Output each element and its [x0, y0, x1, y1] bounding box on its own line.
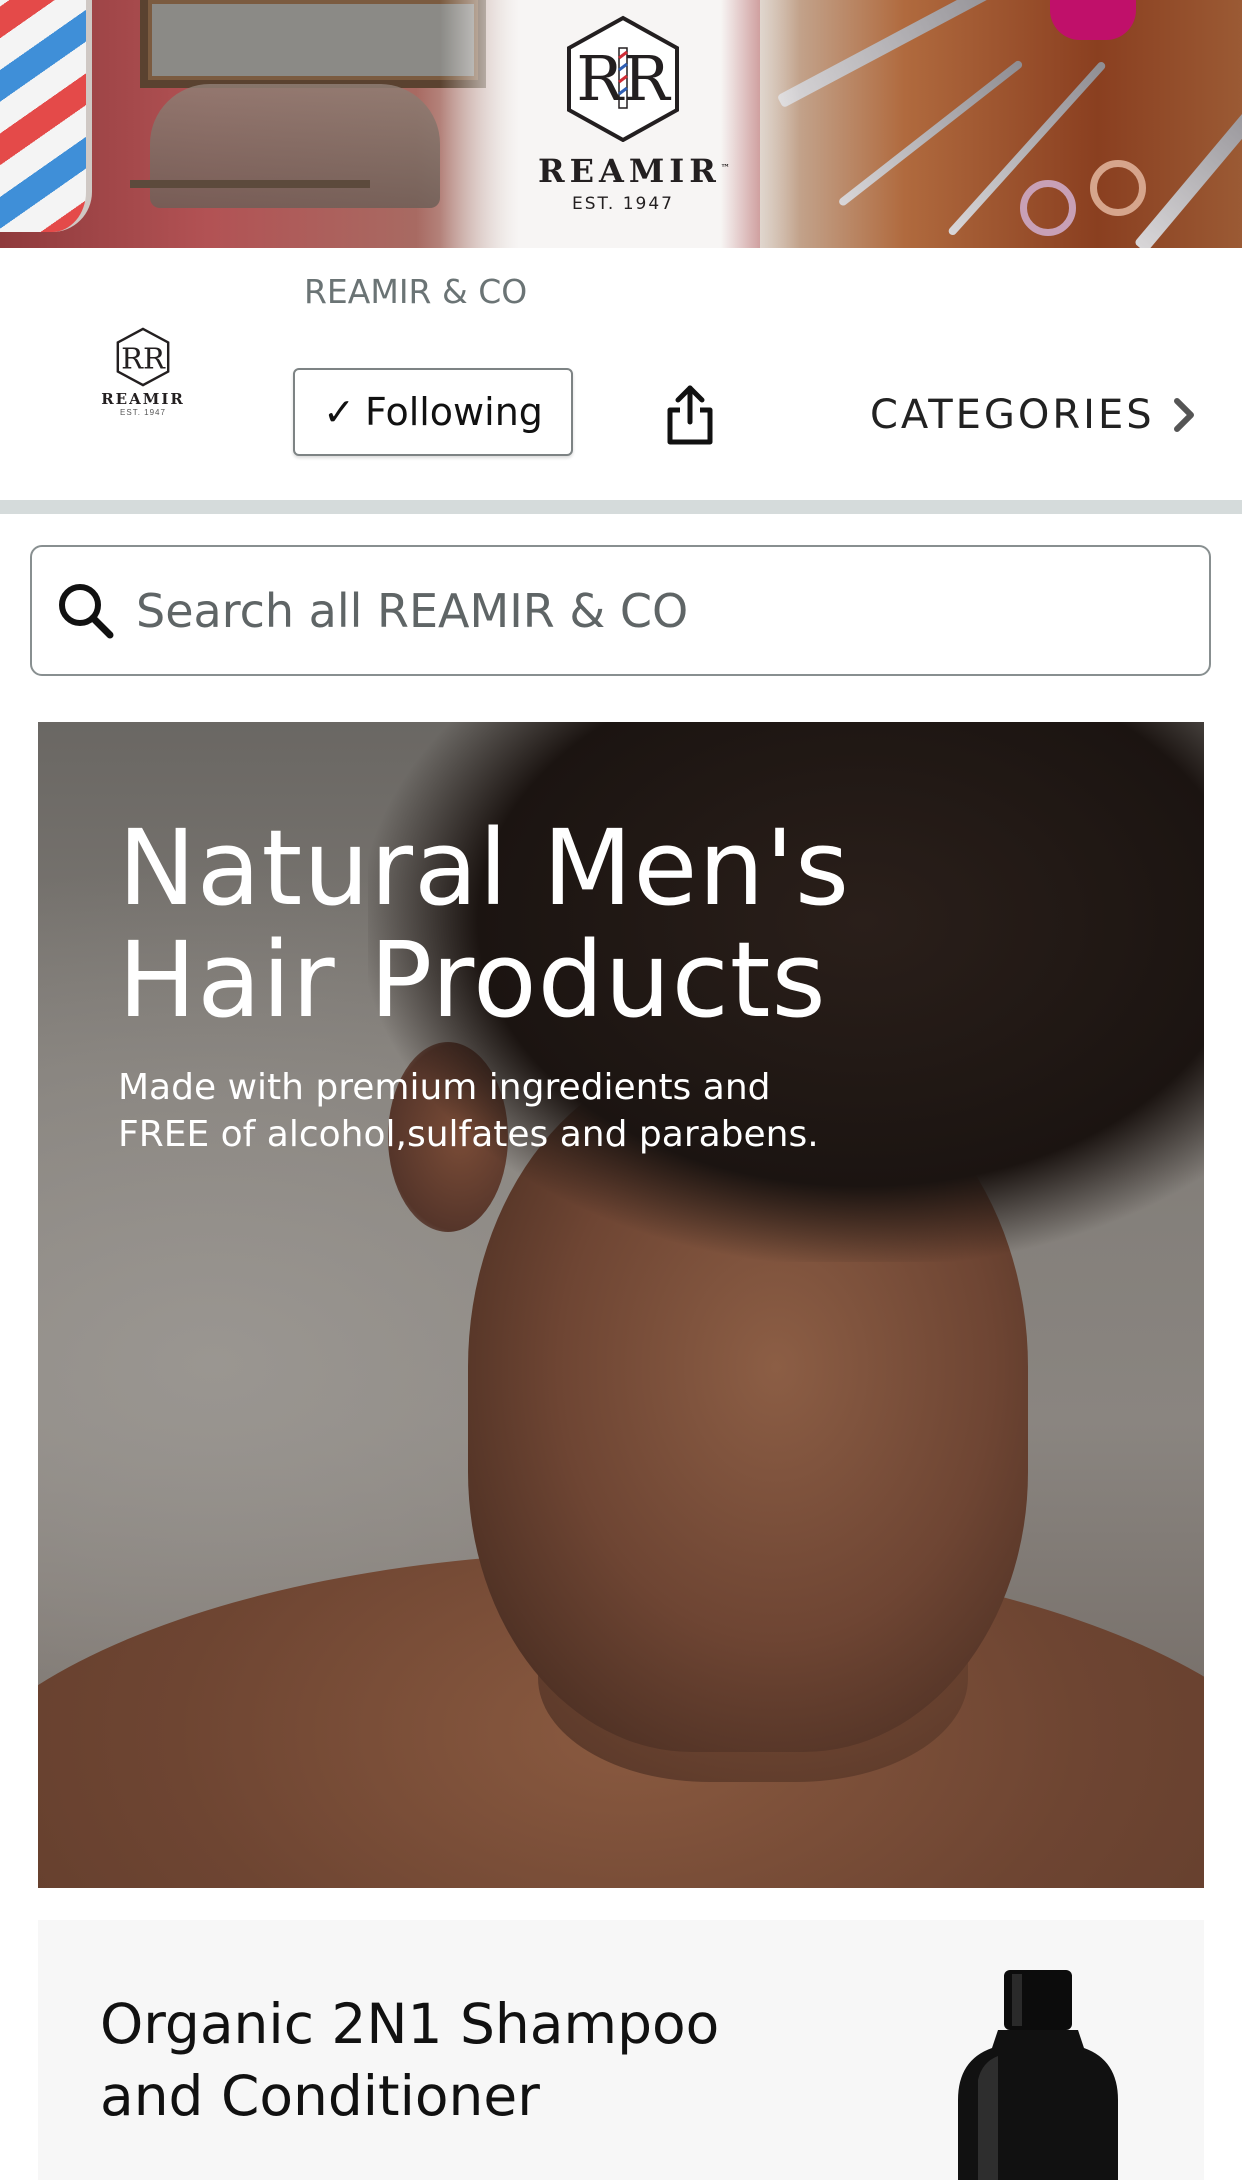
monogram-text: RR: [121, 342, 166, 376]
product-card[interactable]: Organic 2N1 Shampoo and Conditioner: [38, 1920, 1204, 2180]
hero-title: Natural Men's Hair Products: [118, 812, 850, 1036]
barber-pole-image: [0, 0, 92, 232]
brand-logo: RR REAMIR™ EST. 1947: [538, 14, 730, 244]
store-search-box[interactable]: [30, 545, 1211, 676]
share-icon: [667, 385, 713, 445]
hero-text: Natural Men's Hair Products Made with pr…: [118, 812, 850, 1158]
scissors-handle-image: [1090, 160, 1146, 216]
store-banner: RR REAMIR™ EST. 1947: [0, 0, 1242, 248]
cup-image: [1050, 0, 1136, 40]
trademark-symbol: ™: [720, 163, 730, 174]
search-input[interactable]: [136, 570, 1176, 651]
mirror-frame-image: [140, 0, 486, 88]
checkmark-icon: ✓: [323, 390, 355, 434]
chevron-right-icon: [1173, 398, 1194, 432]
categories-label: CATEGORIES: [870, 392, 1155, 438]
hero-subtitle: Made with premium ingredients and FREE o…: [118, 1064, 850, 1158]
store-name: REAMIR & CO: [304, 272, 528, 311]
scissors-handle-image: [1020, 180, 1076, 236]
following-label: Following: [364, 390, 543, 434]
hero-subtitle-line: Made with premium ingredients and: [118, 1067, 771, 1108]
following-button[interactable]: ✓ Following: [293, 368, 573, 456]
search-icon: [59, 583, 114, 638]
monogram-hexagon-icon: RR: [567, 15, 679, 142]
product-title: Organic 2N1 Shampoo and Conditioner: [100, 1988, 740, 2132]
brand-name: REAMIR™: [538, 152, 730, 190]
hero-subtitle-line: FREE of alcohol,sulfates and parabens.: [118, 1114, 819, 1155]
brand-established: EST. 1947: [572, 194, 674, 214]
monogram-hexagon-icon: RR: [116, 327, 170, 387]
store-logo[interactable]: RR REAMIR EST. 1947: [96, 326, 190, 430]
hero-title-line: Hair Products: [118, 919, 827, 1041]
shampoo-bottle-image: [958, 1970, 1118, 2180]
product-title-line: and Conditioner: [100, 2064, 540, 2128]
hero-title-line: Natural Men's: [118, 807, 851, 929]
store-logo-name: REAMIR: [101, 390, 185, 408]
product-title-line: Organic 2N1 Shampoo: [100, 1992, 720, 2056]
hero-banner[interactable]: Natural Men's Hair Products Made with pr…: [38, 722, 1204, 1888]
monogram-text: RR: [576, 42, 672, 115]
store-logo-est: EST. 1947: [120, 408, 166, 417]
coat-hook-image: [130, 180, 370, 218]
section-divider: [0, 500, 1242, 514]
share-button[interactable]: [660, 382, 720, 448]
categories-button[interactable]: CATEGORIES: [870, 385, 1199, 445]
